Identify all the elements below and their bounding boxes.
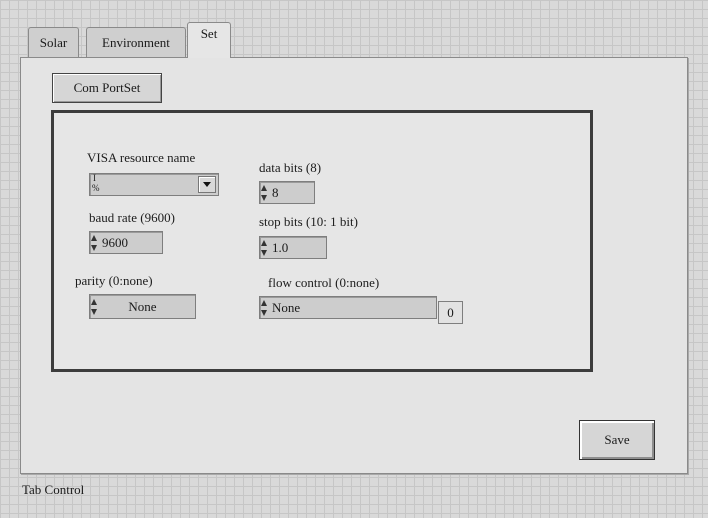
flow-control-label: flow control (0:none) bbox=[268, 275, 380, 290]
parity-field[interactable]: None bbox=[89, 294, 196, 319]
baud-rate-field[interactable]: 9600 bbox=[89, 231, 163, 254]
baud-rate-value: 9600 bbox=[102, 235, 128, 250]
flow-control-value: None bbox=[272, 300, 301, 315]
data-bits-spinner-icon[interactable] bbox=[261, 184, 268, 202]
visa-resource-name-field[interactable]: I % bbox=[89, 173, 219, 196]
visa-dropdown-arrow-icon[interactable] bbox=[198, 176, 216, 193]
tab-set[interactable]: Set bbox=[187, 22, 231, 58]
flow-control-index-value: 0 bbox=[447, 305, 454, 320]
visa-spinner-bottom-glyph: % bbox=[92, 183, 100, 193]
save-button[interactable]: Save bbox=[579, 420, 655, 460]
data-bits-value: 8 bbox=[272, 185, 279, 200]
flow-control-field[interactable]: None bbox=[259, 296, 437, 319]
baud-rate-label: baud rate (9600) bbox=[89, 210, 175, 225]
visa-spinner-top-glyph: I bbox=[93, 173, 96, 183]
data-bits-field[interactable]: 8 bbox=[259, 181, 315, 204]
stop-bits-value: 1.0 bbox=[272, 240, 289, 255]
stop-bits-field[interactable]: 1.0 bbox=[259, 236, 327, 259]
tab-control-caption: Tab Control bbox=[22, 482, 85, 497]
tab-environment-label: Environment bbox=[102, 35, 170, 50]
tab-panel-set: Com PortSet VISA resource name I % baud … bbox=[20, 57, 688, 474]
flow-control-spinner-icon[interactable] bbox=[261, 299, 268, 317]
parity-spinner-icon[interactable] bbox=[91, 298, 98, 316]
tab-set-label: Set bbox=[200, 26, 218, 41]
stop-bits-label: stop bits (10: 1 bit) bbox=[259, 214, 358, 229]
tab-solar[interactable]: Solar bbox=[28, 27, 79, 57]
baud-rate-spinner-icon[interactable] bbox=[91, 234, 98, 252]
flow-control-index: 0 bbox=[438, 301, 463, 324]
com-port-settings-group: VISA resource name I % baud rate (9600) … bbox=[51, 110, 593, 372]
data-bits-label: data bits (8) bbox=[259, 160, 322, 175]
parity-label: parity (0:none) bbox=[75, 273, 153, 288]
tab-environment[interactable]: Environment bbox=[86, 27, 186, 57]
stop-bits-spinner-icon[interactable] bbox=[261, 239, 268, 257]
tab-solar-label: Solar bbox=[39, 35, 68, 50]
visa-resource-name-label: VISA resource name bbox=[87, 150, 196, 165]
parity-value: None bbox=[128, 299, 157, 314]
com-port-set-button[interactable]: Com PortSet bbox=[52, 73, 162, 103]
